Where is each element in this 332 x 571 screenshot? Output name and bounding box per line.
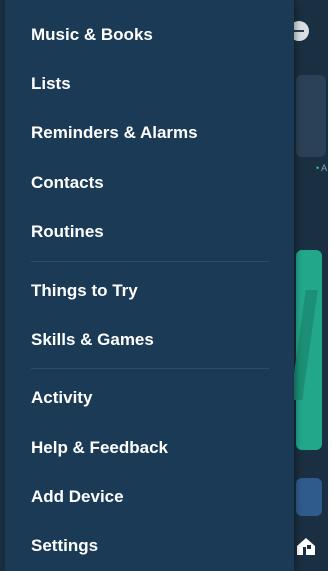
background-action-card[interactable] [296,478,322,516]
menu-item-lists[interactable]: Lists [31,69,281,99]
menu-item-settings[interactable]: Settings [31,531,281,561]
background-card[interactable] [296,75,326,157]
menu-item-label: Skills & Games [31,330,154,349]
menu-item-label: Add Device [31,487,124,506]
home-icon[interactable] [294,535,318,557]
menu-item-help-feedback[interactable]: Help & Feedback [31,433,281,463]
menu-item-label: Routines [31,222,104,241]
menu-item-skills-games[interactable]: Skills & Games [31,325,281,355]
menu-item-contacts[interactable]: Contacts [31,168,281,198]
background-hint: • A [316,163,328,173]
menu-divider [31,261,269,262]
background-featured-card[interactable] [296,250,322,450]
menu-item-things-to-try[interactable]: Things to Try [31,276,281,306]
menu-item-label: Help & Feedback [31,438,168,457]
menu-item-label: Activity [31,388,93,407]
menu-item-label: Reminders & Alarms [31,123,198,142]
menu-item-activity[interactable]: Activity [31,383,281,413]
menu-item-label: Contacts [31,173,104,192]
background-hint-text: A [321,163,328,173]
navigation-drawer: Music & Books Lists Reminders & Alarms C… [5,0,294,571]
menu-item-add-device[interactable]: Add Device [31,482,281,512]
menu-divider [31,368,269,369]
menu-item-label: Settings [31,536,99,555]
menu-item-label: Lists [31,74,71,93]
menu-item-reminders-alarms[interactable]: Reminders & Alarms [31,118,281,148]
menu-item-routines[interactable]: Routines [31,217,281,247]
screen-edge [328,0,332,571]
menu-item-music-books[interactable]: Music & Books [31,20,281,50]
menu-item-label: Music & Books [31,25,153,44]
menu-item-label: Things to Try [31,281,138,300]
